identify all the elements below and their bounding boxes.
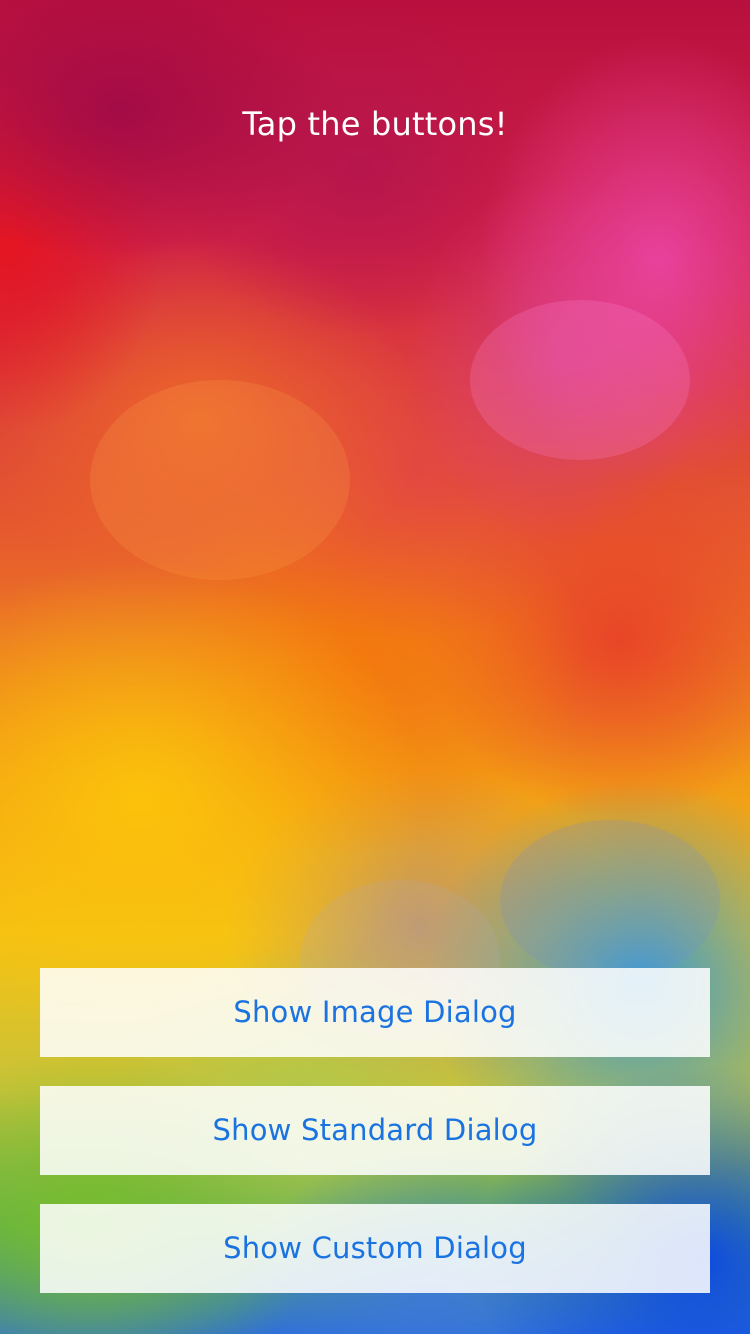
background-splash [500, 820, 720, 980]
show-standard-dialog-button[interactable]: Show Standard Dialog [40, 1086, 710, 1175]
app-screen: Tap the buttons! Show Image Dialog Show … [0, 0, 750, 1334]
background-splash [90, 380, 350, 580]
page-title: Tap the buttons! [242, 105, 508, 143]
show-custom-dialog-button[interactable]: Show Custom Dialog [40, 1204, 710, 1293]
show-image-dialog-button[interactable]: Show Image Dialog [40, 968, 710, 1057]
background-splash [470, 300, 690, 460]
